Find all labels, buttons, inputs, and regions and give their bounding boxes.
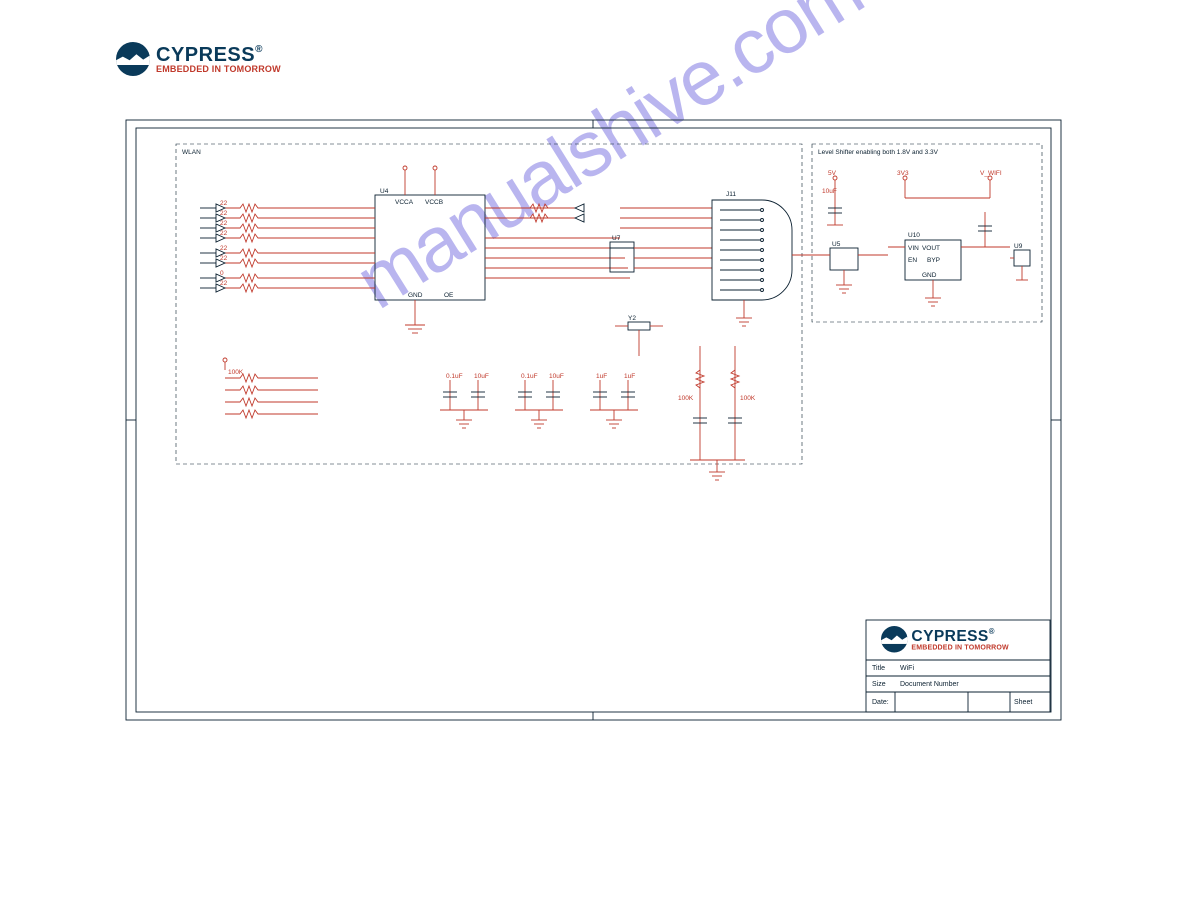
- rc-network: 100K 100K: [678, 346, 756, 480]
- svg-text:WiFi: WiFi: [900, 665, 914, 672]
- svg-text:100K: 100K: [740, 395, 756, 402]
- svg-text:22: 22: [220, 210, 228, 217]
- svg-text:GND: GND: [922, 272, 937, 279]
- svg-text:0.1uF: 0.1uF: [521, 373, 538, 380]
- svg-text:5V: 5V: [828, 170, 837, 177]
- svg-text:VIN: VIN: [908, 245, 919, 252]
- svg-text:22: 22: [220, 245, 228, 252]
- svg-text:3V3: 3V3: [897, 170, 909, 177]
- page: CYPRESS® EMBEDDED IN TOMORROW manualshiv…: [0, 0, 1188, 918]
- svg-text:Title: Title: [872, 665, 885, 672]
- crystal-y2: Y2: [615, 315, 663, 356]
- svg-text:10uF: 10uF: [549, 373, 564, 380]
- svg-text:Y2: Y2: [628, 315, 636, 322]
- cap-cluster-3: 1uF 1uF: [590, 373, 638, 428]
- svg-text:22: 22: [220, 255, 228, 262]
- refdes-u4: U4: [380, 188, 389, 195]
- svg-text:VOUT: VOUT: [922, 245, 940, 252]
- svg-text:BYP: BYP: [927, 257, 940, 264]
- svg-text:V_WIFI: V_WIFI: [980, 170, 1002, 177]
- svg-text:1uF: 1uF: [624, 373, 635, 380]
- svg-text:Date:: Date:: [872, 699, 889, 706]
- logo-bottom: CYPRESS® EMBEDDED IN TOMORROW: [881, 626, 1009, 653]
- svg-text:J11: J11: [726, 191, 736, 198]
- svg-text:OE: OE: [444, 292, 454, 299]
- schematic-drawing: .bw { stroke:#0b2030; stroke-width:0.9; …: [0, 0, 1188, 918]
- svg-text:100K: 100K: [228, 369, 244, 376]
- left-signal-bus: 22 22 22 22: [200, 200, 375, 292]
- logo-tagline-bottom: EMBEDDED IN TOMORROW: [911, 644, 1008, 651]
- svg-text:VCCB: VCCB: [425, 199, 443, 206]
- svg-text:EN: EN: [908, 257, 917, 264]
- svg-text:22: 22: [220, 280, 228, 287]
- cap-cluster-2: 0.1uF 10uF: [515, 373, 564, 428]
- svg-text:U10: U10: [908, 232, 920, 239]
- right-signal-bus: [485, 204, 630, 278]
- svg-text:100K: 100K: [678, 395, 694, 402]
- svg-text:1uF: 1uF: [596, 373, 607, 380]
- svg-text:10uF: 10uF: [474, 373, 489, 380]
- svg-text:Document Number: Document Number: [900, 681, 959, 688]
- svg-text:Size: Size: [872, 681, 886, 688]
- svg-text:U5: U5: [832, 241, 841, 248]
- svg-text:0: 0: [220, 270, 224, 277]
- svg-text:22: 22: [220, 220, 228, 227]
- pulldown-resistors: 100K: [223, 358, 318, 418]
- svg-text:0.1uF: 0.1uF: [446, 373, 463, 380]
- svg-text:Sheet: Sheet: [1014, 699, 1032, 706]
- block-wlan-label: WLAN: [182, 149, 201, 156]
- svg-text:22: 22: [220, 230, 228, 237]
- logo-emblem-icon: [881, 626, 908, 653]
- svg-text:GND: GND: [408, 292, 423, 299]
- svg-text:U7: U7: [612, 235, 621, 242]
- logo-brand-bottom: CYPRESS®: [911, 628, 1008, 644]
- block-level-shifter-label: Level Shifter enabling both 1.8V and 3.3…: [818, 149, 939, 156]
- svg-text:VCCA: VCCA: [395, 199, 414, 206]
- svg-text:22: 22: [220, 200, 228, 207]
- cap-cluster-1: 0.1uF 10uF: [440, 373, 489, 428]
- svg-text:U9: U9: [1014, 243, 1023, 250]
